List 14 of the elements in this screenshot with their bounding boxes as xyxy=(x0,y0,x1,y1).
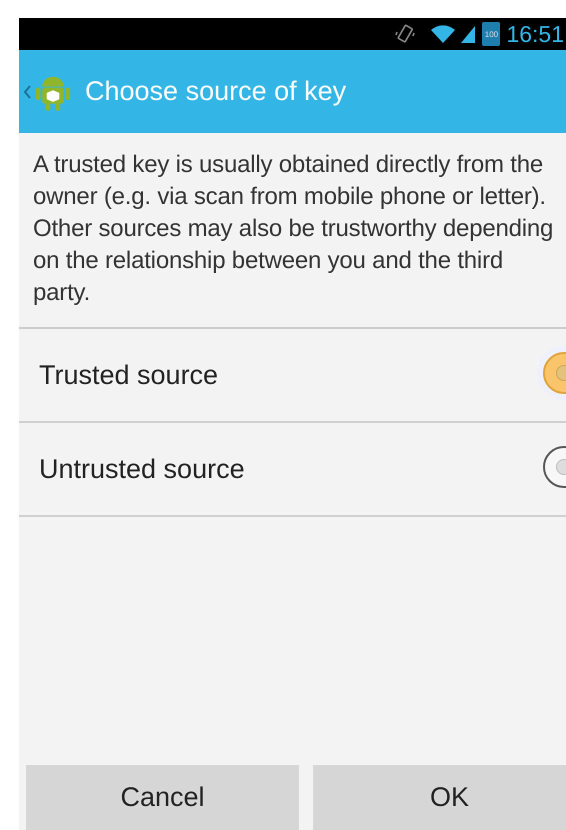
option-row[interactable]: Trusted source xyxy=(19,329,566,423)
description-text: A trusted key is usually obtained directly from the owner (e.g. via scan from mobile phone or letter). Other sources may also be trustworthy depending on the relationship between you and the third party. xyxy=(19,133,566,329)
option-row[interactable]: Untrusted source xyxy=(19,423,566,517)
back-caret-icon xyxy=(23,84,31,98)
cancel-button[interactable]: Cancel xyxy=(26,765,299,830)
ok-button[interactable]: OK xyxy=(313,765,566,830)
battery-level: 100 xyxy=(484,30,498,38)
option-label: Trusted source xyxy=(38,360,218,390)
wifi-icon xyxy=(430,24,456,44)
vibrate-icon xyxy=(394,23,416,45)
option-label: Untrusted source xyxy=(38,454,245,484)
clock: 16:51 xyxy=(506,20,564,48)
screen-title: Choose source of key xyxy=(85,76,346,107)
signal-icon xyxy=(460,24,476,44)
